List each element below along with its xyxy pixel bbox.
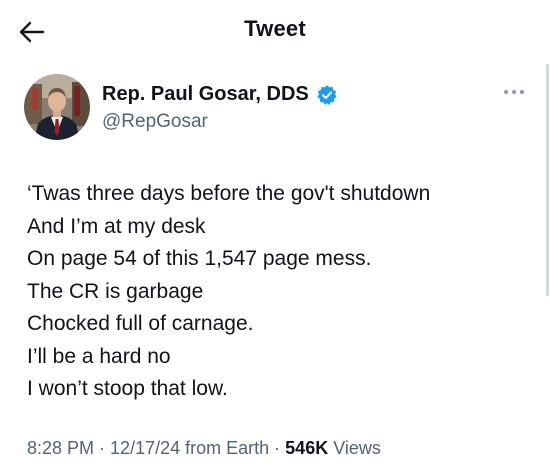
more-options-button[interactable] [502, 82, 526, 102]
verified-badge-icon [317, 85, 337, 105]
tweet-line: Chocked full of carnage. [27, 312, 254, 335]
views-count[interactable]: 546K [285, 438, 328, 458]
author-name[interactable]: Rep. Paul Gosar, DDS [102, 83, 309, 106]
meta-separator: · [94, 438, 111, 458]
tweet-page: Tweet Rep. Paul Gosar, DDS @RepGosar ‘Tw… [0, 0, 550, 475]
views-label: Views [333, 438, 381, 458]
tweet-line: And I’m at my desk [27, 214, 206, 238]
tweet-text: ‘Twas three days before the gov't shutdo… [27, 178, 537, 406]
tweet-meta: 8:28 PM · 12/17/24 from Earth · 546K Vie… [27, 438, 381, 459]
author-handle[interactable]: @RepGosar [102, 111, 208, 133]
tweet-line: On page 54 of this 1,547 page mess. [27, 247, 372, 270]
avatar-photo [24, 74, 90, 140]
scrollbar [546, 0, 550, 475]
tweet-source: from Earth [185, 438, 270, 458]
meta-separator: · [269, 438, 286, 458]
tweet-date[interactable]: 12/17/24 [110, 438, 180, 458]
tweet-line: The CR is garbage [27, 279, 204, 303]
tweet-line: I’ll be a hard no [27, 344, 171, 368]
avatar[interactable] [24, 74, 90, 140]
scrollbar-thumb[interactable] [546, 64, 549, 296]
page-title: Tweet [244, 16, 306, 41]
more-horizontal-icon [504, 90, 524, 94]
tweet-line: ‘Twas three days before the gov't shutdo… [27, 182, 431, 205]
tweet-line: I won’t stoop that low. [27, 377, 228, 400]
tweet-time[interactable]: 8:28 PM [27, 438, 94, 458]
top-bar: Tweet [0, 0, 550, 60]
